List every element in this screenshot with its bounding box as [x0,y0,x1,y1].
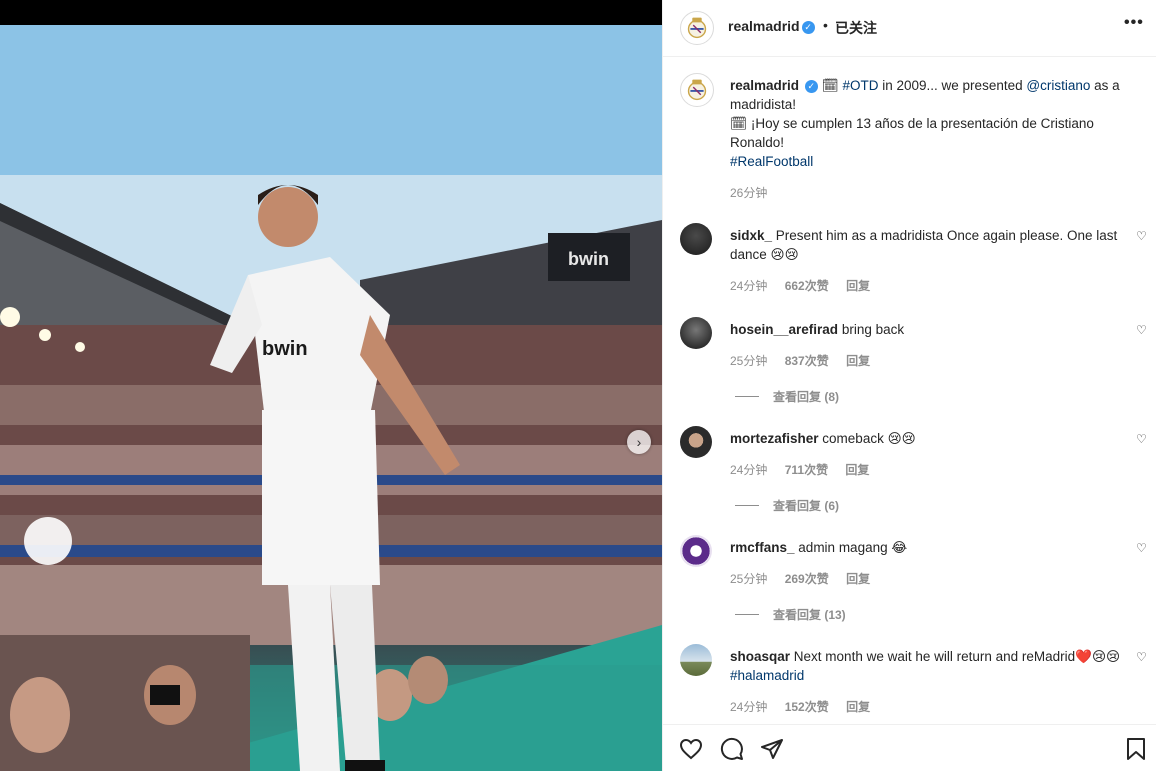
verified-badge-icon: ✓ [801,21,815,34]
heart-icon[interactable]: ♡ [1136,432,1147,446]
replies-line [735,614,759,615]
mention-cristiano-link[interactable]: @cristiano [1026,78,1090,93]
commenter-avatar[interactable] [680,644,712,676]
comment-time[interactable]: 24分钟 [730,463,767,477]
caption-username[interactable]: realmadrid [730,78,799,93]
caption-emoji: 🗓 [821,78,839,93]
hashtag-halamadrid-link[interactable]: #halamadrid [730,668,804,683]
comment-username[interactable]: hosein__arefirad [730,322,838,337]
heart-icon[interactable]: ♡ [1136,229,1147,243]
comment-time[interactable]: 25分钟 [730,354,767,368]
comment-body: rmcffans_ admin magang 😂 [730,538,1130,557]
comment-time[interactable]: 24分钟 [730,700,767,714]
view-replies-button[interactable]: 查看回复 (8) [735,388,839,405]
comment-icon[interactable] [720,737,744,765]
comment-likes[interactable]: 269次赞 [785,572,829,586]
replies-line [735,505,759,506]
comment-likes[interactable]: 152次赞 [785,700,829,714]
comment-reply-button[interactable]: 回复 [845,463,869,477]
post-author-username[interactable]: realmadrid ✓ [728,18,815,34]
real-madrid-crest-icon [687,79,707,101]
view-replies-button[interactable]: 查看回复 (6) [735,497,839,514]
comment-username[interactable]: sidxk_ [730,228,772,243]
post-side-panel: realmadrid ✓ • 已关注 ••• realmadrid ✓ 🗓 #OT… [662,0,1156,771]
next-photo-button[interactable]: › [627,430,651,454]
comment-reply-button[interactable]: 回复 [846,279,870,293]
commenter-avatar[interactable] [680,223,712,255]
heart-icon[interactable]: ♡ [1136,541,1147,555]
comment-meta: 25分钟 269次赞 回复 [730,570,884,587]
post-header: realmadrid ✓ • 已关注 ••• [663,0,1156,57]
caption-text-spanish: ¡Hoy se cumplen 13 años de la presentaci… [730,116,1094,150]
comment-meta: 24分钟 662次赞 回复 [730,277,884,294]
replies-line [735,396,759,397]
hashtag-realfootball-link[interactable]: #RealFootball [730,154,813,169]
commenter-avatar[interactable] [680,535,712,567]
comment-body: mortezafisher comeback 😢😢 [730,429,1130,448]
separator-dot: • [823,17,828,33]
comment-time[interactable]: 25分钟 [730,572,767,586]
caption-author-avatar[interactable] [680,73,714,107]
realmadrid-avatar[interactable] [680,11,714,45]
follow-status-button[interactable]: 已关注 [835,18,877,38]
comment-text: bring back [841,322,905,337]
comment-username[interactable]: rmcffans_ [730,540,795,555]
hashtag-otd-link[interactable]: #OTD [842,78,878,93]
real-madrid-crest-icon [687,17,707,39]
comment-text: Present him as a madridista Once again p… [730,228,1118,262]
caption-text: in 2009... we presented [882,78,1023,93]
comment-reply-button[interactable]: 回复 [846,700,870,714]
post-action-bar [663,724,1156,771]
comment-text: admin magang 😂 [798,540,908,555]
svg-text:bwin: bwin [568,249,609,269]
comment-time[interactable]: 24分钟 [730,279,767,293]
comment-reply-button[interactable]: 回复 [846,572,870,586]
heart-icon[interactable]: ♡ [1136,323,1147,337]
heart-icon[interactable] [679,737,703,765]
comment-body: shoasqar Next month we wait he will retu… [730,647,1130,685]
comment-meta: 24分钟 711次赞 回复 [730,461,883,478]
comment-body: hosein__arefirad bring back [730,320,1130,339]
view-replies-button[interactable]: 查看回复 (13) [735,606,846,623]
post-photo[interactable]: bwin bwin › [0,25,662,771]
comment-username[interactable]: shoasqar [730,649,790,664]
heart-icon[interactable]: ♡ [1136,650,1147,664]
svg-text:bwin: bwin [262,338,308,360]
comment-body: sidxk_ Present him as a madridista Once … [730,226,1130,264]
comment-text: comeback 😢😢 [822,431,916,446]
commenter-avatar[interactable] [680,317,712,349]
comment-meta: 24分钟 152次赞 回复 [730,698,884,715]
chevron-right-icon: › [636,434,642,450]
comment-username[interactable]: mortezafisher [730,431,819,446]
comment-likes[interactable]: 837次赞 [785,354,829,368]
caption-emoji: 🗓 [730,116,748,131]
comments-scroll-area[interactable]: realmadrid ✓ 🗓 #OTD in 2009... we presen… [663,58,1156,724]
comment-text: Next month we wait he will return and re… [793,649,1121,664]
verified-badge-icon: ✓ [804,80,818,93]
post-caption: realmadrid ✓ 🗓 #OTD in 2009... we presen… [730,76,1130,171]
comment-likes[interactable]: 662次赞 [785,279,829,293]
share-icon[interactable] [760,737,784,765]
comment-meta: 25分钟 837次赞 回复 [730,352,884,369]
caption-timestamp[interactable]: 26分钟 [730,184,767,201]
commenter-avatar[interactable] [680,426,712,458]
bookmark-icon[interactable] [1125,737,1147,765]
more-horizontal-icon[interactable]: ••• [1124,14,1144,32]
comment-likes[interactable]: 711次赞 [785,463,828,477]
stadium-photo-illustration: bwin bwin [0,25,662,771]
comment-reply-button[interactable]: 回复 [846,354,870,368]
